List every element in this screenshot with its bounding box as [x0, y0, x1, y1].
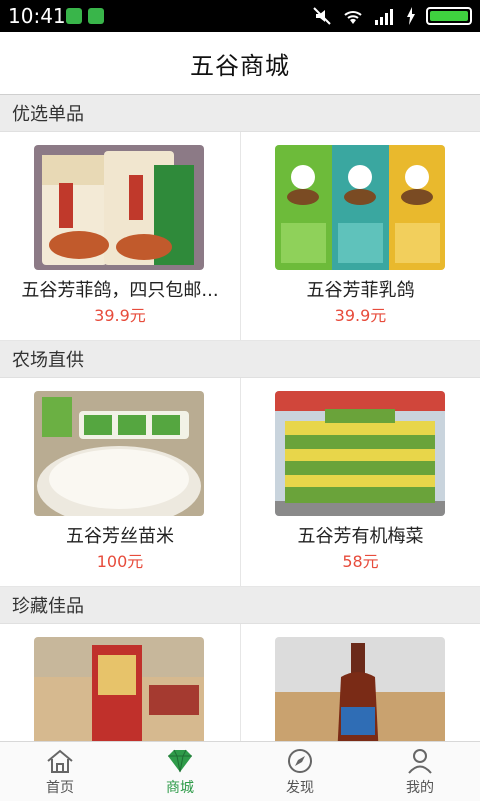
tab-mine[interactable]: 我的: [360, 742, 480, 801]
charging-icon: [407, 7, 415, 25]
signal-icon: [375, 9, 393, 25]
product-card[interactable]: 五谷芳菲乳鸽 39.9元: [240, 132, 480, 340]
product-image: [34, 391, 204, 516]
home-icon: [44, 747, 76, 775]
tab-label: 我的: [406, 779, 434, 796]
product-card[interactable]: 五谷芳有机梅菜 58元: [240, 378, 480, 586]
tab-label: 首页: [46, 779, 74, 796]
product-price: 39.9元: [334, 306, 387, 325]
product-grid: [0, 624, 480, 741]
product-grid: 五谷芳丝苗米 100元 五谷芳有机梅菜 58元: [0, 378, 480, 587]
user-icon: [404, 747, 436, 775]
compass-icon: [284, 747, 316, 775]
section-header: 农场直供: [0, 341, 480, 378]
product-image: [34, 637, 204, 741]
title-bar: 五谷商城: [0, 32, 480, 95]
product-name: 五谷芳有机梅菜: [297, 526, 424, 547]
notification-app-icon: [88, 8, 104, 24]
battery-icon: [426, 7, 472, 25]
product-name: 五谷芳菲鸽，四只包邮...: [21, 280, 219, 301]
product-name: 五谷芳菲乳鸽: [306, 280, 415, 301]
product-card[interactable]: [0, 624, 240, 741]
tab-discover[interactable]: 发现: [240, 742, 360, 801]
wifi-icon: [344, 11, 362, 24]
status-bar: 10:41: [0, 0, 480, 32]
section-header: 优选单品: [0, 95, 480, 132]
diamond-icon: [164, 747, 196, 775]
tab-label: 发现: [286, 779, 314, 796]
product-image: [275, 391, 445, 516]
page-title: 五谷商城: [190, 51, 290, 80]
product-image: [275, 145, 445, 270]
tab-label: 商城: [166, 779, 194, 796]
product-name: 五谷芳丝苗米: [66, 526, 174, 547]
product-card[interactable]: 五谷芳丝苗米 100元: [0, 378, 240, 586]
section-header: 珍藏佳品: [0, 587, 480, 624]
product-price: 39.9元: [94, 306, 146, 325]
tab-home[interactable]: 首页: [0, 742, 120, 801]
notification-app-icon: [66, 8, 82, 24]
status-time: 10:41: [8, 4, 66, 28]
product-card[interactable]: 五谷芳菲鸽，四只包邮... 39.9元: [0, 132, 240, 340]
tab-mall[interactable]: 商城: [120, 742, 240, 801]
content-scroll[interactable]: 优选单品 五谷芳菲鸽，四只包邮... 39.9元 五谷芳菲乳鸽 39.9元 农场…: [0, 95, 480, 741]
product-price: 58元: [342, 552, 379, 571]
product-image: [275, 637, 445, 741]
product-card[interactable]: [240, 624, 480, 741]
mute-icon: [313, 7, 331, 25]
product-image: [34, 145, 204, 270]
product-grid: 五谷芳菲鸽，四只包邮... 39.9元 五谷芳菲乳鸽 39.9元: [0, 132, 480, 341]
product-price: 100元: [96, 552, 144, 571]
bottom-tab-bar: 首页 商城 发现 我的: [0, 741, 480, 801]
